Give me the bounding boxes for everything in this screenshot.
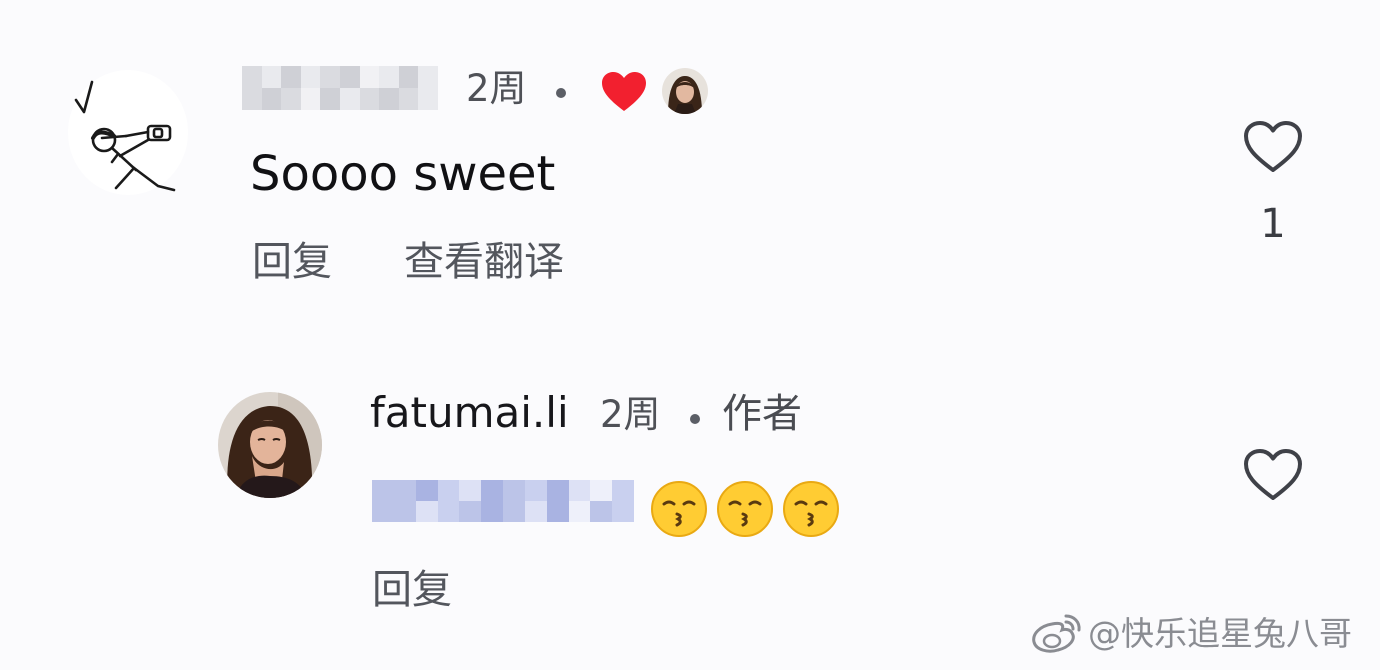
watermark-text: @快乐追星兔八哥 [1088, 613, 1352, 653]
like-button[interactable] [1243, 120, 1303, 174]
username-redacted[interactable] [242, 66, 438, 110]
weibo-icon [1032, 614, 1081, 653]
heart-outline-icon [1244, 121, 1302, 172]
like-count: 1 [1260, 201, 1286, 247]
separator-dot [690, 414, 700, 424]
kissing-face-emoji [650, 480, 708, 538]
reply-username[interactable]: fatumai.li [370, 392, 569, 434]
comment-text: Soooo sweet [250, 146, 556, 202]
like-button[interactable] [1243, 448, 1303, 502]
comment-time: 2周 [466, 67, 527, 110]
author-avatar-small [662, 68, 708, 114]
reply-button[interactable]: 回复 [372, 570, 452, 610]
reply-text-redacted [372, 480, 634, 522]
author-avatar[interactable] [218, 392, 322, 498]
commenter-avatar[interactable] [68, 70, 188, 195]
reply-time: 2周 [600, 393, 661, 436]
kissing-face-emoji [782, 480, 840, 538]
separator-dot [556, 88, 566, 98]
kissing-face-emoji [716, 480, 774, 538]
heart-icon [600, 70, 648, 114]
author-badge: 作者 [722, 391, 802, 437]
heart-outline-icon [1244, 449, 1302, 500]
watermark: @快乐追星兔八哥 [1030, 612, 1352, 654]
reply-button[interactable]: 回复 [252, 242, 332, 282]
stick-figure-drawing [74, 80, 176, 192]
see-translation-button[interactable]: 查看翻译 [404, 242, 564, 282]
